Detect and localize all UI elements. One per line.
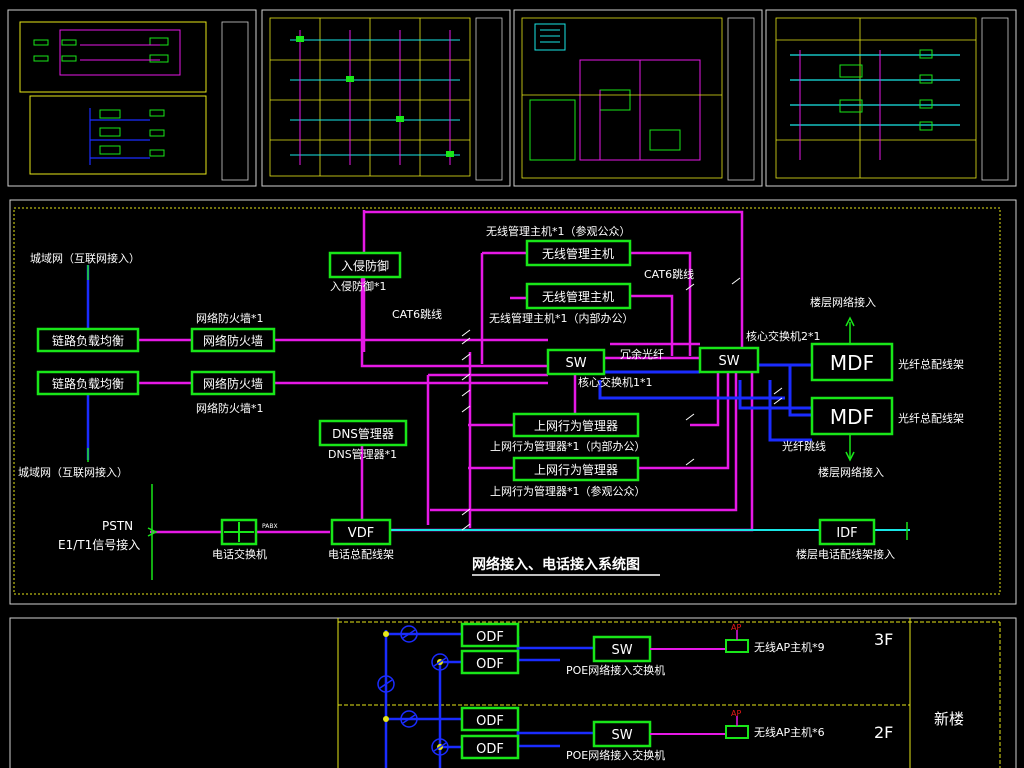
fiber-jumper-caption: 光纤跳线 [782,439,826,453]
odf-2f-2-label: ODF [476,742,504,757]
floor-3f-label: 3F [874,630,893,649]
wan-bottom-caption: 城域网（互联网接入） [18,466,128,479]
mdf-1-caption: 光纤总配线架 [898,357,964,371]
ap-tag-3f: AP [731,623,741,632]
sw-core-1-label: SW [565,356,586,371]
ap-links [650,648,726,735]
mdf-2-caption: 光纤总配线架 [898,411,964,425]
thumbnail-sheet-2[interactable] [261,9,511,187]
firewall-label-1: 网络防火墙 [203,333,263,348]
cat6-left-caption: CAT6跳线 [392,307,442,321]
dns-caption: DNS管理器*1 [328,447,397,461]
building-label: 新楼 [934,710,964,728]
mdf-2-label: MDF [830,405,874,429]
ap-icon-3f[interactable]: AP [725,623,749,653]
firewall-label-2: 网络防火墙 [203,376,263,391]
cat6-right-caption: CAT6跳线 [644,267,694,281]
behavior-office-caption: 上网行为管理器*1（内部办公） [490,439,646,453]
vdf-label: VDF [348,526,374,541]
sw-2f-label: SW [611,728,632,743]
firewall-caption-1: 网络防火墙*1 [196,311,264,325]
wireless-office-label: 无线管理主机 [542,289,614,304]
fiber-symbols [377,625,449,756]
sw-3f-label: SW [611,643,632,658]
mdf-1-label: MDF [830,351,874,375]
behavior-public-caption: 上网行为管理器*1（参观公众） [490,484,646,498]
vdf-caption: 电话总配线架 [328,547,394,561]
wan-top-caption: 城域网（互联网接入） [30,252,140,265]
redundant-fiber-caption: 冗余光纤 [620,347,664,361]
diagram-title: 网络接入、电话接入系统图 [472,556,640,573]
load-balancer-label-2: 链路负载均衡 [52,376,124,391]
riser-dots [383,631,443,750]
ids-label: 入侵防御 [341,258,389,273]
firewall-caption-2: 网络防火墙*1 [196,401,264,415]
load-balancer-label-1: 链路负载均衡 [52,333,124,348]
wireless-public-label: 无线管理主机 [542,246,614,261]
thumbnail-sheet-4[interactable] [765,9,1017,187]
thumbnail-sheet-3[interactable] [513,9,763,187]
behavior-office-label: 上网行为管理器 [534,418,618,433]
sw-core-1-caption: 核心交换机1*1 [578,375,653,389]
thumbnail-sheet-1[interactable] [7,9,257,187]
poe-2f-caption: POE网络接入交换机 [566,748,665,762]
wireless-public-caption: 无线管理主机*1（参观公众） [486,224,631,238]
floor-network-bottom-caption: 楼层网络接入 [818,465,884,479]
ap-2f-caption: 无线AP主机*6 [754,725,825,739]
wireless-office-caption: 无线管理主机*1（内部办公） [489,311,634,325]
idf-label: IDF [836,526,857,541]
odf-3f-1-label: ODF [476,630,504,645]
ap-icon-2f[interactable]: AP [725,709,749,739]
dns-label: DNS管理器 [332,426,394,441]
floor-network-top-caption: 楼层网络接入 [810,295,876,309]
behavior-public-label: 上网行为管理器 [534,462,618,477]
odf-3f-2-label: ODF [476,657,504,672]
pabx-caption: PABX [262,523,278,530]
sw-core-2-label: SW [718,354,739,369]
pstn-signal-caption: E1/T1信号接入 [58,537,140,552]
ap-3f-caption: 无线AP主机*9 [754,640,825,654]
poe-3f-caption: POE网络接入交换机 [566,663,665,677]
sw-core-2-caption: 核心交换机2*1 [746,329,821,343]
ids-caption: 入侵防御*1 [330,279,387,293]
cad-canvas: 链路负载均衡 链路负载均衡 网络防火墙 网络防火墙 入侵防御 无线管理主机 无线… [7,9,1017,768]
phone-switch-caption: 电话交换机 [212,547,267,561]
pstn-caption: PSTN [102,519,133,533]
idf-caption: 楼层电话配线架接入 [796,547,895,561]
odf-2f-1-label: ODF [476,714,504,729]
ap-tag-2f: AP [731,709,741,718]
floor-2f-label: 2F [874,723,893,742]
